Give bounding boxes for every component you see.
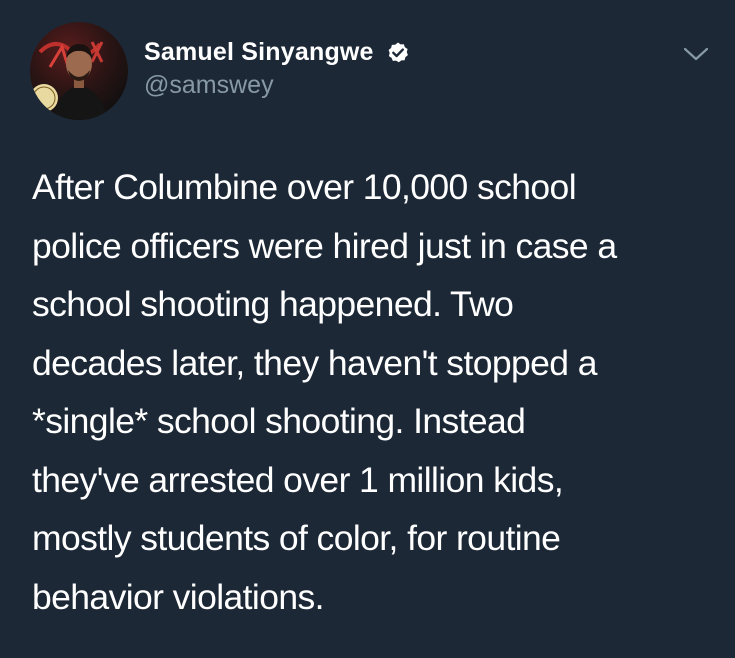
- display-name[interactable]: Samuel Sinyangwe: [144, 38, 374, 67]
- tweet-card: Samuel Sinyangwe @samswey After Columbin…: [0, 0, 735, 658]
- author-info: Samuel Sinyangwe @samswey: [144, 38, 410, 100]
- user-handle[interactable]: @samswey: [144, 71, 410, 100]
- avatar[interactable]: [30, 22, 128, 120]
- tweet-header: Samuel Sinyangwe @samswey: [30, 22, 720, 122]
- tweet-text: After Columbine over 10,000 school polic…: [32, 167, 617, 617]
- verified-badge-icon: [388, 42, 409, 62]
- profile-photo-icon: [30, 22, 128, 120]
- chevron-down-icon[interactable]: [682, 44, 710, 64]
